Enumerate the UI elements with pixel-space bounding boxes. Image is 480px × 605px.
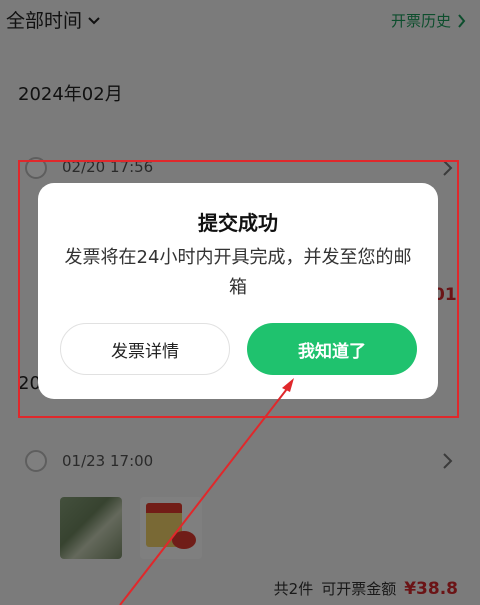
- dialog-message: 发票将在24小时内开具完成，并发至您的邮箱: [64, 247, 412, 298]
- invoice-detail-button[interactable]: 发票详情: [60, 323, 230, 375]
- dialog-title: 提交成功: [198, 211, 278, 235]
- confirm-button[interactable]: 我知道了: [247, 323, 417, 375]
- success-dialog: 提交成功 发票将在24小时内开具完成，并发至您的邮箱 发票详情 我知道了: [38, 183, 438, 399]
